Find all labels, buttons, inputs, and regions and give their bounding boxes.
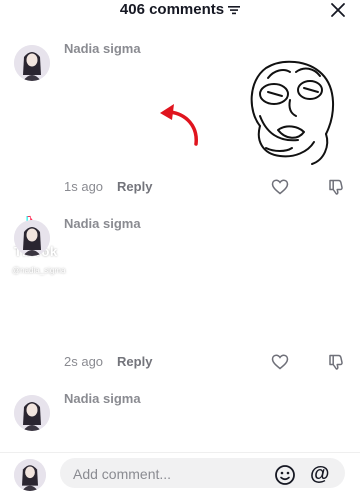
current-user-avatar[interactable] [14, 459, 46, 491]
comments-title: 406 comments [0, 1, 360, 18]
like-heart-icon[interactable] [271, 353, 289, 371]
avatar[interactable] [14, 395, 50, 431]
comment-meta: 2s ago Reply [64, 354, 152, 369]
emoji-icon[interactable] [274, 464, 296, 486]
comments-header: 406 comments [0, 0, 360, 24]
red-arrow-drawing [160, 104, 198, 146]
dislike-icon[interactable] [327, 178, 345, 196]
dislike-icon[interactable] [327, 353, 345, 371]
comment-composer: Add comment... @ [0, 452, 360, 491]
comment-username[interactable]: Nadia sigma [64, 391, 141, 406]
reply-button[interactable]: Reply [117, 179, 152, 194]
avatar[interactable] [14, 220, 50, 256]
avatar[interactable] [14, 45, 50, 81]
comment-username[interactable]: Nadia sigma [64, 216, 141, 231]
mention-at-icon[interactable]: @ [310, 463, 330, 486]
meme-face-drawing [250, 60, 335, 165]
sort-lines-icon[interactable] [228, 5, 241, 15]
comment-meta: 1s ago Reply [64, 179, 152, 194]
comment-time: 1s ago [64, 179, 104, 194]
comment-time: 2s ago [64, 354, 104, 369]
comment-username[interactable]: Nadia sigma [64, 41, 141, 56]
close-icon[interactable] [330, 2, 346, 18]
add-comment-input[interactable]: Add comment... @ [60, 458, 345, 488]
like-heart-icon[interactable] [271, 178, 289, 196]
reply-button[interactable]: Reply [117, 354, 152, 369]
tiktok-handle-text: @nadia_sigma [12, 266, 66, 275]
comments-count-label: 406 comments [119, 1, 225, 18]
